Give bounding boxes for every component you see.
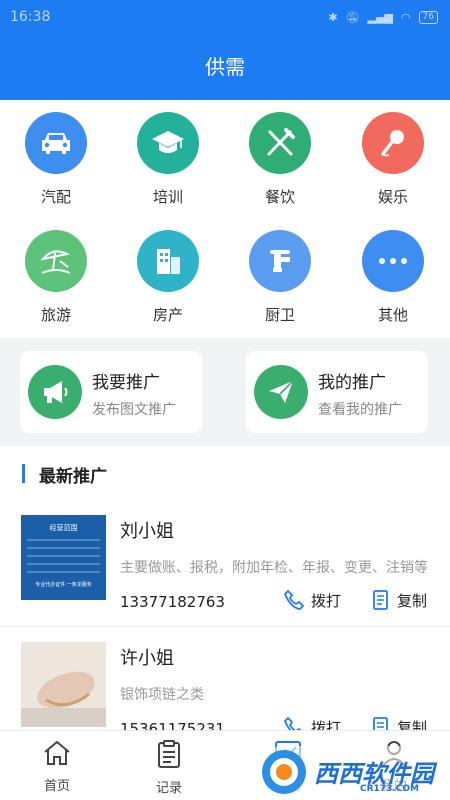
battery-indicator: 76 (418, 10, 438, 24)
category-label: 其他 (377, 306, 408, 324)
item-thumbnail: 经营范围 专业代办证件 一条龙服务 (21, 515, 106, 600)
item-phone: 15361175231 (120, 720, 225, 730)
section-title: 最新推广 (39, 467, 107, 487)
mute-icon: 🔕︎ (345, 10, 360, 24)
app-header: 16:38 ✱ 🔕︎ ▂▄▆ ◠ 76 供需 (0, 0, 450, 100)
item-name: 许小姐 (120, 648, 174, 669)
status-icons: ✱ 🔕︎ ▂▄▆ ◠ 76 (328, 10, 438, 24)
thumbnail-title: 经营范围 (49, 524, 78, 532)
status-time: 16:38 (10, 9, 51, 25)
beach-umbrella-icon (25, 230, 87, 292)
item-thumbnail (21, 642, 106, 727)
category-training[interactable]: 培训 (123, 112, 213, 207)
thumbnail-text-lines (27, 539, 100, 573)
list-divider (0, 626, 450, 627)
category-label: 厨卫 (264, 306, 295, 324)
category-label: 娱乐 (377, 188, 408, 206)
list-item[interactable]: 经营范围 专业代办证件 一条龙服务 刘小姐 主要做账、报税，附加年检、年报、变更… (0, 515, 450, 635)
category-other[interactable]: 其他 (348, 230, 438, 325)
category-label: 旅游 (40, 306, 71, 324)
tab-home[interactable]: 首页 (17, 739, 97, 794)
more-dots-icon (362, 230, 424, 292)
promo-section: 我要推广 发布图文推广 我的推广 查看我的推广 (0, 338, 450, 446)
megaphone-icon (28, 365, 82, 419)
car-icon (25, 112, 87, 174)
copy-button[interactable]: 复制 (371, 589, 427, 611)
category-real-estate[interactable]: 房产 (123, 230, 213, 325)
fork-knife-icon (249, 112, 311, 174)
faucet-icon (249, 230, 311, 292)
phone-icon (284, 717, 302, 730)
page-title: 供需 (205, 55, 245, 79)
publish-promo-subtitle: 发布图文推广 (92, 402, 176, 418)
category-label: 餐饮 (264, 188, 295, 206)
item-name: 刘小姐 (120, 521, 174, 542)
copy-label: 复制 (397, 591, 428, 610)
category-grid: 汽配 培训 餐饮 娱乐 旅游 房产 厨卫 其他 (0, 100, 450, 338)
site-watermark: 西西软件园 CR173.COM (256, 742, 450, 800)
copy-doc-icon (373, 717, 388, 730)
call-button[interactable]: 拨打 (283, 716, 341, 730)
latest-promo-section: 最新推广 经营范围 专业代办证件 一条龙服务 刘小姐 主要做账、报税，附加年检、… (0, 446, 450, 730)
microphone-icon (362, 112, 424, 174)
paper-plane-icon (254, 365, 308, 419)
bluetooth-icon: ✱ (328, 10, 338, 24)
jewelry-photo (21, 642, 106, 727)
buildings-icon (137, 230, 199, 292)
call-label: 拨打 (311, 718, 342, 731)
list-item[interactable]: 许小姐 银饰项链之类 15361175231 拨打 复制 (0, 642, 450, 730)
wifi-icon: ◠ (400, 10, 411, 24)
home-icon (44, 740, 70, 765)
tab-label: 首页 (43, 779, 70, 794)
call-label: 拨打 (311, 591, 342, 610)
signal-icon: ▂▄▆ (367, 10, 393, 24)
category-entertainment[interactable]: 娱乐 (348, 112, 438, 207)
section-accent-bar (22, 464, 25, 483)
status-bar: 16:38 ✱ 🔕︎ ▂▄▆ ◠ 76 (0, 0, 450, 34)
thumbnail-footer: 专业代办证件 一条龙服务 (35, 582, 92, 588)
tab-records[interactable]: 记录 (129, 739, 209, 796)
category-label: 房产 (152, 306, 183, 324)
category-label: 培训 (152, 188, 183, 206)
my-promo-subtitle: 查看我的推广 (318, 402, 402, 418)
clipboard-icon (158, 740, 180, 768)
item-description: 银饰项链之类 (120, 687, 204, 703)
item-phone: 13377182763 (120, 593, 225, 611)
category-travel[interactable]: 旅游 (11, 230, 101, 325)
my-promo-card[interactable]: 我的推广 查看我的推广 (246, 351, 428, 433)
copy-doc-icon (373, 590, 388, 610)
category-dining[interactable]: 餐饮 (235, 112, 325, 207)
graduation-cap-icon (137, 112, 199, 174)
category-label: 汽配 (40, 188, 71, 206)
copy-label: 复制 (397, 718, 428, 731)
call-button[interactable]: 拨打 (283, 589, 341, 611)
item-description: 主要做账、报税，附加年检、年报、变更、注销等 (120, 560, 428, 576)
publish-promo-card[interactable]: 我要推广 发布图文推广 (20, 351, 202, 433)
section-header: 最新推广 (0, 462, 450, 487)
category-auto-parts[interactable]: 汽配 (11, 112, 101, 207)
category-kitchen-bath[interactable]: 厨卫 (235, 230, 325, 325)
my-promo-title: 我的推广 (318, 373, 386, 393)
publish-promo-title: 我要推广 (92, 373, 160, 393)
tab-label: 记录 (155, 781, 182, 796)
phone-icon (284, 590, 304, 610)
watermark-subtext: CR173.COM (360, 784, 419, 794)
copy-button[interactable]: 复制 (371, 716, 427, 730)
